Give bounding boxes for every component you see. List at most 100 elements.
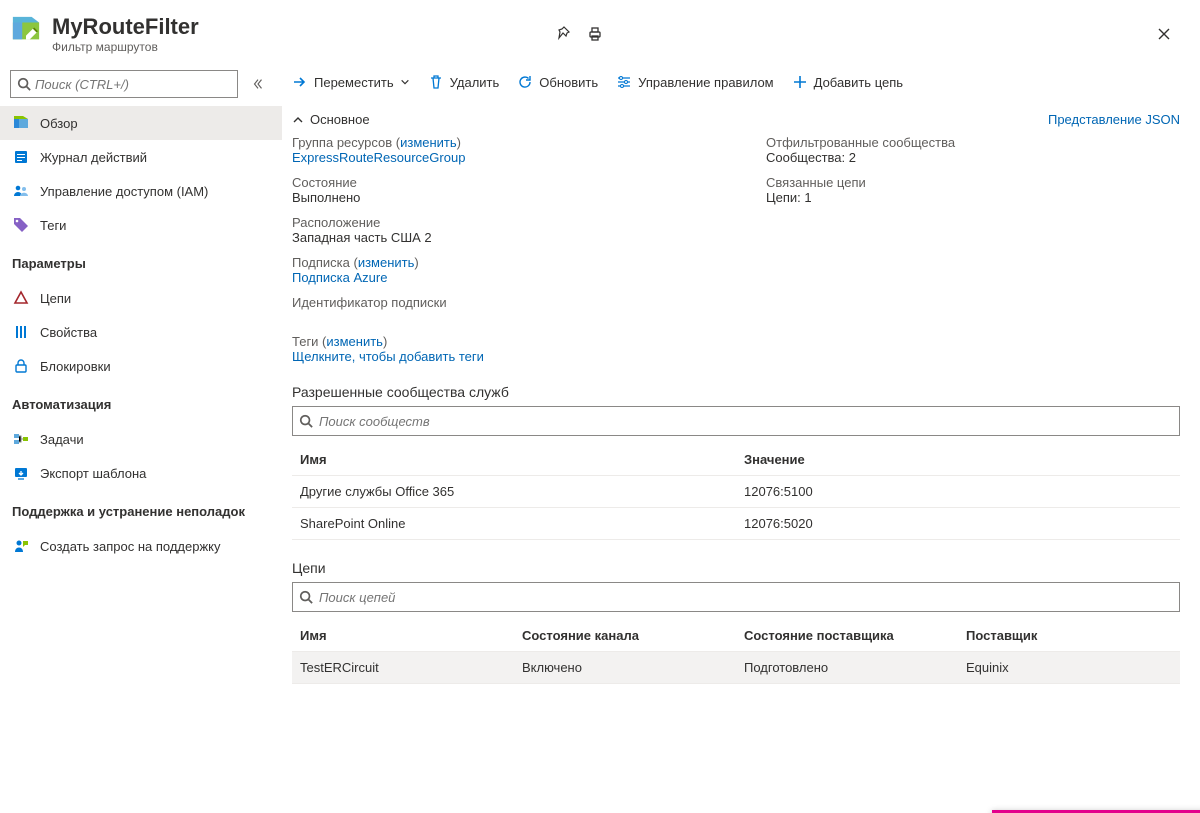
tags-label: Теги (изменить) <box>292 334 1180 349</box>
sidebar-search[interactable] <box>10 70 238 98</box>
triangle-icon <box>12 290 30 306</box>
communities-section-title: Разрешенные сообщества служб <box>292 384 1180 400</box>
col-provider-state[interactable]: Состояние поставщика <box>736 620 958 652</box>
sidebar-item-export-template[interactable]: Экспорт шаблона <box>0 456 282 490</box>
sidebar-item-new-support-request[interactable]: Создать запрос на поддержку <box>0 529 282 563</box>
change-rg-link[interactable]: изменить <box>400 135 457 150</box>
cell-value: 12076:5100 <box>736 476 1180 508</box>
resource-group-value[interactable]: ExpressRouteResourceGroup <box>292 150 706 165</box>
communities-table: Имя Значение Другие службы Office 365120… <box>292 444 1180 540</box>
sidebar-item-locks[interactable]: Блокировки <box>0 349 282 383</box>
search-icon <box>17 77 31 91</box>
filtered-communities-label: Отфильтрованные сообщества <box>766 135 1180 150</box>
delete-button[interactable]: Удалить <box>428 74 500 90</box>
communities-search[interactable] <box>292 406 1180 436</box>
essentials-toggle[interactable]: Основное <box>292 108 370 131</box>
sidebar-search-input[interactable] <box>35 77 231 92</box>
sidebar-section-params: Параметры <box>0 242 282 277</box>
resource-group-label: Группа ресурсов (изменить) <box>292 135 706 150</box>
sidebar-item-label: Цепи <box>40 291 71 306</box>
circuits-search-input[interactable] <box>319 590 1173 605</box>
sidebar-item-label: Экспорт шаблона <box>40 466 146 481</box>
sidebar-item-overview[interactable]: Обзор <box>0 106 282 140</box>
state-label: Состояние <box>292 175 706 190</box>
blade-header: MyRouteFilter Фильтр маршрутов <box>0 0 1200 60</box>
linked-circuits-label: Связанные цепи <box>766 175 1180 190</box>
sidebar-item-label: Создать запрос на поддержку <box>40 539 220 554</box>
essentials-title: Основное <box>310 112 370 127</box>
json-view-link[interactable]: Представление JSON <box>1048 112 1180 127</box>
location-label: Расположение <box>292 215 706 230</box>
sidebar-section-support: Поддержка и устранение неполадок <box>0 490 282 525</box>
print-button[interactable] <box>579 18 611 50</box>
plus-icon <box>792 74 808 90</box>
lock-icon <box>12 358 30 374</box>
cell-name: SharePoint Online <box>292 508 736 540</box>
add-tags-link[interactable]: Щелкните, чтобы добавить теги <box>292 349 1180 364</box>
table-row[interactable]: Другие службы Office 36512076:5100 <box>292 476 1180 508</box>
sidebar-item-activity-log[interactable]: Журнал действий <box>0 140 282 174</box>
communities-search-input[interactable] <box>319 414 1173 429</box>
cell-value: 12076:5020 <box>736 508 1180 540</box>
toolbar-label: Управление правилом <box>638 75 773 90</box>
table-row[interactable]: TestERCircuit Включено Подготовлено Equi… <box>292 652 1180 684</box>
subscription-value[interactable]: Подписка Azure <box>292 270 706 285</box>
close-button[interactable] <box>1148 18 1180 50</box>
col-vendor[interactable]: Поставщик <box>958 620 1180 652</box>
cell-vendor: Equinix <box>958 652 1180 684</box>
sidebar-item-label: Свойства <box>40 325 97 340</box>
page-subtitle: Фильтр маршрутов <box>52 40 199 54</box>
trash-icon <box>428 74 444 90</box>
sidebar-item-properties[interactable]: Свойства <box>0 315 282 349</box>
sidebar-item-label: Обзор <box>40 116 78 131</box>
sidebar: Обзор Журнал действий Управление доступо… <box>0 60 282 813</box>
main-content: Переместить Удалить Обновить Управление … <box>282 60 1200 813</box>
sidebar-collapse-button[interactable] <box>244 70 272 98</box>
col-value[interactable]: Значение <box>736 444 1180 476</box>
pin-button[interactable] <box>547 18 579 50</box>
support-icon <box>12 538 30 554</box>
sidebar-item-label: Журнал действий <box>40 150 147 165</box>
cell-provider-state: Подготовлено <box>736 652 958 684</box>
search-icon <box>299 414 313 428</box>
toolbar-label: Обновить <box>539 75 598 90</box>
linked-circuits-value: Цепи: 1 <box>766 190 1180 205</box>
tasks-icon <box>12 431 30 447</box>
chevron-down-icon <box>400 77 410 87</box>
sidebar-item-label: Теги <box>40 218 66 233</box>
sidebar-item-iam[interactable]: Управление доступом (IAM) <box>0 174 282 208</box>
page-title: MyRouteFilter <box>52 14 199 40</box>
move-button[interactable]: Переместить <box>292 74 410 90</box>
cell-channel-state: Включено <box>514 652 736 684</box>
people-icon <box>12 183 30 199</box>
arrow-icon <box>292 74 308 90</box>
sidebar-item-tags[interactable]: Теги <box>0 208 282 242</box>
subscription-label: Подписка (изменить) <box>292 255 706 270</box>
circuits-search[interactable] <box>292 582 1180 612</box>
col-name[interactable]: Имя <box>292 620 514 652</box>
manage-rule-button[interactable]: Управление правилом <box>616 74 773 90</box>
sidebar-section-automation: Автоматизация <box>0 383 282 418</box>
add-circuit-button[interactable]: Добавить цепь <box>792 74 903 90</box>
state-value: Выполнено <box>292 190 706 205</box>
refresh-icon <box>517 74 533 90</box>
sidebar-item-tasks[interactable]: Задачи <box>0 422 282 456</box>
circuits-table: Имя Состояние канала Состояние поставщик… <box>292 620 1180 684</box>
change-tags-link[interactable]: изменить <box>326 334 383 349</box>
log-icon <box>12 149 30 165</box>
toolbar-label: Добавить цепь <box>814 75 903 90</box>
properties-icon <box>12 324 30 340</box>
tag-icon <box>12 217 30 233</box>
subscription-id-label: Идентификатор подписки <box>292 295 706 310</box>
sidebar-item-label: Блокировки <box>40 359 111 374</box>
col-name[interactable]: Имя <box>292 444 736 476</box>
sidebar-item-label: Задачи <box>40 432 84 447</box>
export-icon <box>12 465 30 481</box>
table-row[interactable]: SharePoint Online12076:5020 <box>292 508 1180 540</box>
sidebar-item-circuits[interactable]: Цепи <box>0 281 282 315</box>
col-channel-state[interactable]: Состояние канала <box>514 620 736 652</box>
refresh-button[interactable]: Обновить <box>517 74 598 90</box>
change-sub-link[interactable]: изменить <box>358 255 415 270</box>
resource-type-icon <box>10 14 42 46</box>
cell-name: Другие службы Office 365 <box>292 476 736 508</box>
